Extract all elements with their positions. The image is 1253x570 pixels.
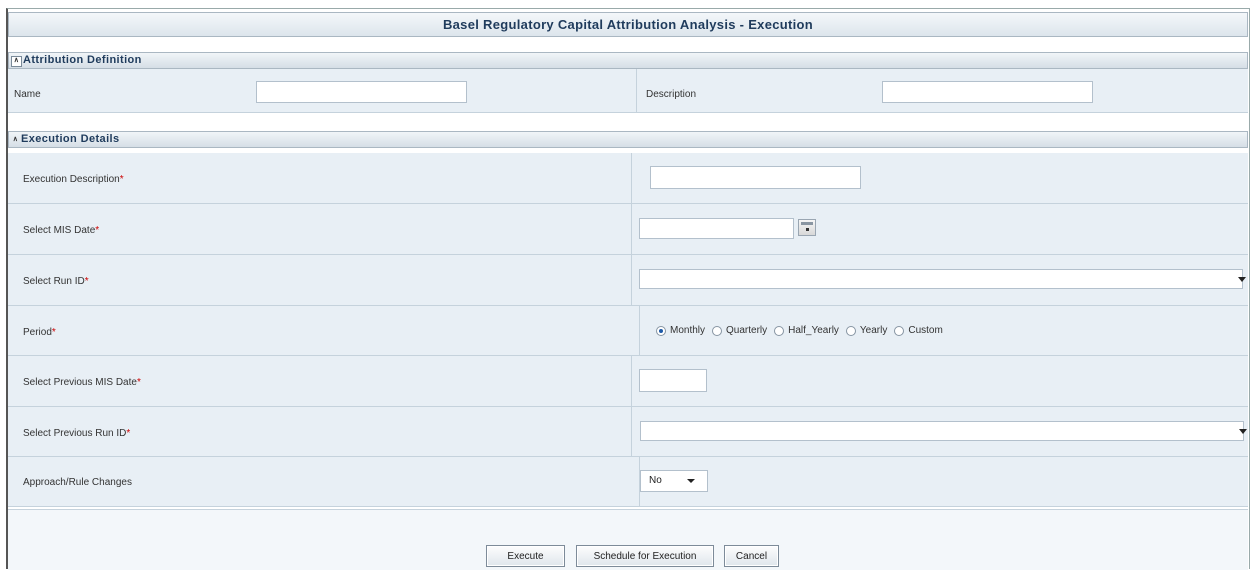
column-divider [631, 255, 632, 305]
radio-button[interactable] [774, 325, 785, 336]
execution-details-header[interactable]: ∧ Execution Details [8, 131, 1248, 148]
execution-description-input[interactable] [650, 166, 861, 189]
page-title: Basel Regulatory Capital Attribution Ana… [8, 12, 1248, 37]
radio-button[interactable] [656, 325, 666, 336]
previous-mis-date-row: Select Previous MIS Date* [8, 356, 1248, 407]
column-divider [636, 69, 637, 112]
required-marker: * [119, 174, 124, 185]
name-label: Name [14, 89, 41, 100]
period-label: Period* [23, 327, 56, 338]
run-id-label: Select Run ID* [23, 276, 89, 287]
attribution-definition-header[interactable]: ∧ Attribution Definition [8, 52, 1248, 69]
execution-description-row: Execution Description* [8, 153, 1248, 204]
period-radio-group: Monthly Quarterly Half_Yearly Yearly Cus… [656, 325, 950, 336]
required-marker: * [136, 377, 141, 388]
required-marker: * [51, 327, 56, 338]
collapse-icon[interactable]: ∧ [11, 136, 20, 145]
column-divider [631, 356, 632, 406]
approach-label: Approach/Rule Changes [23, 477, 132, 488]
previous-run-id-select[interactable] [640, 421, 1247, 441]
mis-date-label: Select MIS Date* [23, 225, 100, 236]
required-marker: * [126, 428, 131, 439]
execution-details-title: Execution Details [21, 133, 120, 145]
previous-mis-date-input[interactable] [639, 369, 707, 392]
collapse-icon[interactable]: ∧ [11, 56, 22, 67]
approach-select[interactable]: No [640, 470, 708, 492]
period-option-custom[interactable]: Custom [894, 325, 943, 336]
column-divider [631, 204, 632, 254]
period-row: Period* Monthly Quarterly Half_Yearly Ye… [8, 306, 1248, 356]
radio-button[interactable] [894, 325, 905, 336]
execution-description-label: Execution Description* [23, 174, 124, 185]
period-option-half-yearly[interactable]: Half_Yearly [774, 325, 839, 336]
previous-mis-date-label: Select Previous MIS Date* [23, 377, 141, 388]
attribution-definition-title: Attribution Definition [23, 54, 142, 66]
period-option-quarterly[interactable]: Quarterly [712, 325, 767, 336]
period-option-monthly[interactable]: Monthly [656, 325, 705, 336]
description-label: Description [646, 89, 697, 100]
mis-date-row: Select MIS Date* [8, 204, 1248, 255]
mis-date-input[interactable] [639, 218, 794, 239]
radio-button[interactable] [712, 325, 723, 336]
column-divider [639, 306, 640, 355]
column-divider [631, 407, 632, 456]
previous-run-id-row: Select Previous Run ID* [8, 407, 1248, 457]
run-id-select[interactable] [639, 269, 1246, 289]
run-id-row: Select Run ID* [8, 255, 1248, 306]
chevron-down-icon[interactable] [687, 479, 695, 483]
previous-run-id-label: Select Previous Run ID* [23, 428, 131, 439]
approach-row: Approach/Rule Changes No [8, 457, 1248, 507]
attribution-definition-row: Name Description [8, 69, 1248, 113]
action-bar: Execute Schedule for Execution Cancel [8, 509, 1248, 570]
calendar-icon[interactable] [798, 219, 816, 236]
name-input[interactable] [256, 81, 467, 103]
radio-button[interactable] [845, 325, 856, 336]
chevron-down-icon[interactable] [1238, 277, 1246, 282]
column-divider [631, 153, 632, 203]
period-option-yearly[interactable]: Yearly [845, 325, 887, 336]
required-marker: * [84, 276, 89, 287]
description-input[interactable] [882, 81, 1093, 103]
cancel-button[interactable]: Cancel [724, 545, 779, 567]
execute-button[interactable]: Execute [486, 545, 565, 567]
chevron-down-icon[interactable] [1239, 429, 1247, 434]
schedule-for-execution-button[interactable]: Schedule for Execution [576, 545, 714, 567]
required-marker: * [95, 225, 100, 236]
